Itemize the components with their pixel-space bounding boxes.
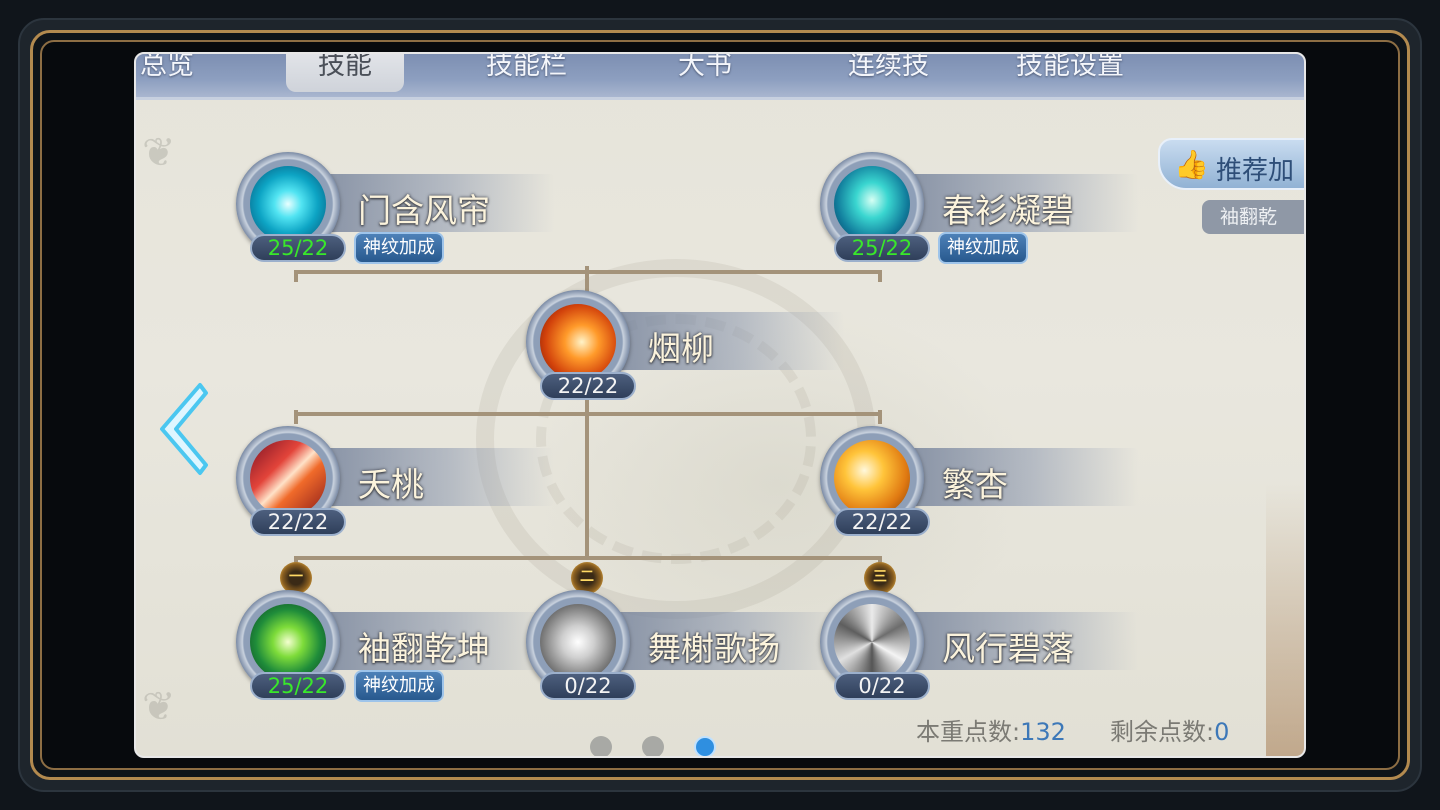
skill-name: 烟柳 — [648, 329, 714, 368]
crimson-blade-icon — [250, 440, 326, 516]
tab-overview[interactable]: 总览 — [140, 54, 194, 92]
skill-name: 风行碧落 — [942, 629, 1074, 668]
tree-connector — [585, 388, 589, 558]
rune-bonus-badge: 神纹加成 — [354, 232, 444, 264]
total-points-value: 132 — [1020, 718, 1066, 746]
skill-level: 25/22 — [250, 672, 346, 700]
total-points: 本重点数:132 — [916, 712, 1066, 747]
remaining-points: 剩余点数:0 — [1110, 712, 1229, 747]
page-dot[interactable] — [642, 736, 664, 756]
recommend-preset-label[interactable]: 袖翻乾 — [1202, 200, 1304, 234]
rune-bonus-badge: 神纹加成 — [938, 232, 1028, 264]
skill-node-menhan[interactable]: 门含风帘 25/22 神纹加成 — [236, 152, 566, 264]
skill-name: 春衫凝碧 — [942, 191, 1074, 230]
tab-skill-settings[interactable]: 技能设置 — [1016, 54, 1124, 92]
tree-connector — [294, 270, 298, 282]
emerald-sleeve-icon — [250, 604, 326, 680]
skill-node-xiufan[interactable]: 袖翻乾坤 25/22 神纹加成 — [236, 590, 566, 702]
skill-level: 0/22 — [540, 672, 636, 700]
lotus-icon — [540, 604, 616, 680]
feather-swirl-icon — [834, 166, 910, 242]
skill-level: 22/22 — [250, 508, 346, 536]
tab-bar: 总览 技能 技能栏 大书 连续技 技能设置 — [136, 54, 1304, 100]
rune-bonus-badge: 神纹加成 — [354, 670, 444, 702]
whirlwind-blades-icon — [834, 604, 910, 680]
corner-ornament-icon: ❦ — [142, 130, 176, 176]
tab-skills[interactable]: 技能 — [286, 54, 404, 92]
skill-name: 门含风帘 — [358, 191, 490, 230]
skill-name: 夭桃 — [358, 465, 424, 504]
tab-combo[interactable]: 连续技 — [848, 54, 929, 92]
skill-node-yanliu[interactable]: 烟柳 22/22 — [526, 290, 856, 400]
skill-name: 舞榭歌扬 — [648, 629, 780, 668]
tree-connector — [878, 410, 882, 424]
skill-level: 0/22 — [834, 672, 930, 700]
skill-node-fanxing[interactable]: 繁杏 22/22 — [820, 426, 1150, 536]
corner-ornament-icon: ❦ — [142, 684, 176, 730]
tree-connector — [294, 556, 880, 560]
skill-level: 22/22 — [834, 508, 930, 536]
tree-connector — [294, 410, 298, 424]
fire-strike-icon — [540, 304, 616, 380]
chevron-left-icon[interactable] — [150, 379, 210, 479]
skill-level: 25/22 — [250, 234, 346, 262]
skill-name: 袖翻乾坤 — [358, 629, 490, 668]
remaining-points-label: 剩余点数: — [1110, 718, 1215, 746]
page-dot[interactable] — [590, 736, 612, 756]
skill-name: 繁杏 — [942, 465, 1008, 504]
total-points-label: 本重点数: — [916, 718, 1021, 746]
tab-big-book[interactable]: 大书 — [678, 54, 732, 92]
remaining-points-value: 0 — [1214, 718, 1230, 746]
skill-level: 25/22 — [834, 234, 930, 262]
skill-node-tiantao[interactable]: 夭桃 22/22 — [236, 426, 566, 536]
page-dot-active[interactable] — [694, 736, 716, 756]
character-edge — [1266, 484, 1304, 756]
skill-level: 22/22 — [540, 372, 636, 400]
thumbs-up-icon: 👍 — [1174, 148, 1209, 181]
recommend-points-button[interactable]: 👍 推荐加 — [1158, 138, 1304, 190]
golden-burst-icon — [834, 440, 910, 516]
skill-tree-screen: 总览 技能 技能栏 大书 连续技 技能设置 ❦ ❦ 门含风帘 25/22 神纹加… — [134, 52, 1306, 758]
skill-node-chunshan[interactable]: 春衫凝碧 25/22 神纹加成 — [820, 152, 1150, 264]
recommend-label: 推荐加 — [1216, 156, 1295, 186]
wind-vortex-icon — [250, 166, 326, 242]
skill-node-fengxing[interactable]: 风行碧落 0/22 — [820, 590, 1150, 700]
skill-node-wuxie[interactable]: 舞榭歌扬 0/22 — [526, 590, 856, 700]
tree-connector — [878, 270, 882, 282]
tab-skill-bar[interactable]: 技能栏 — [486, 54, 567, 92]
tree-connector — [585, 266, 589, 292]
